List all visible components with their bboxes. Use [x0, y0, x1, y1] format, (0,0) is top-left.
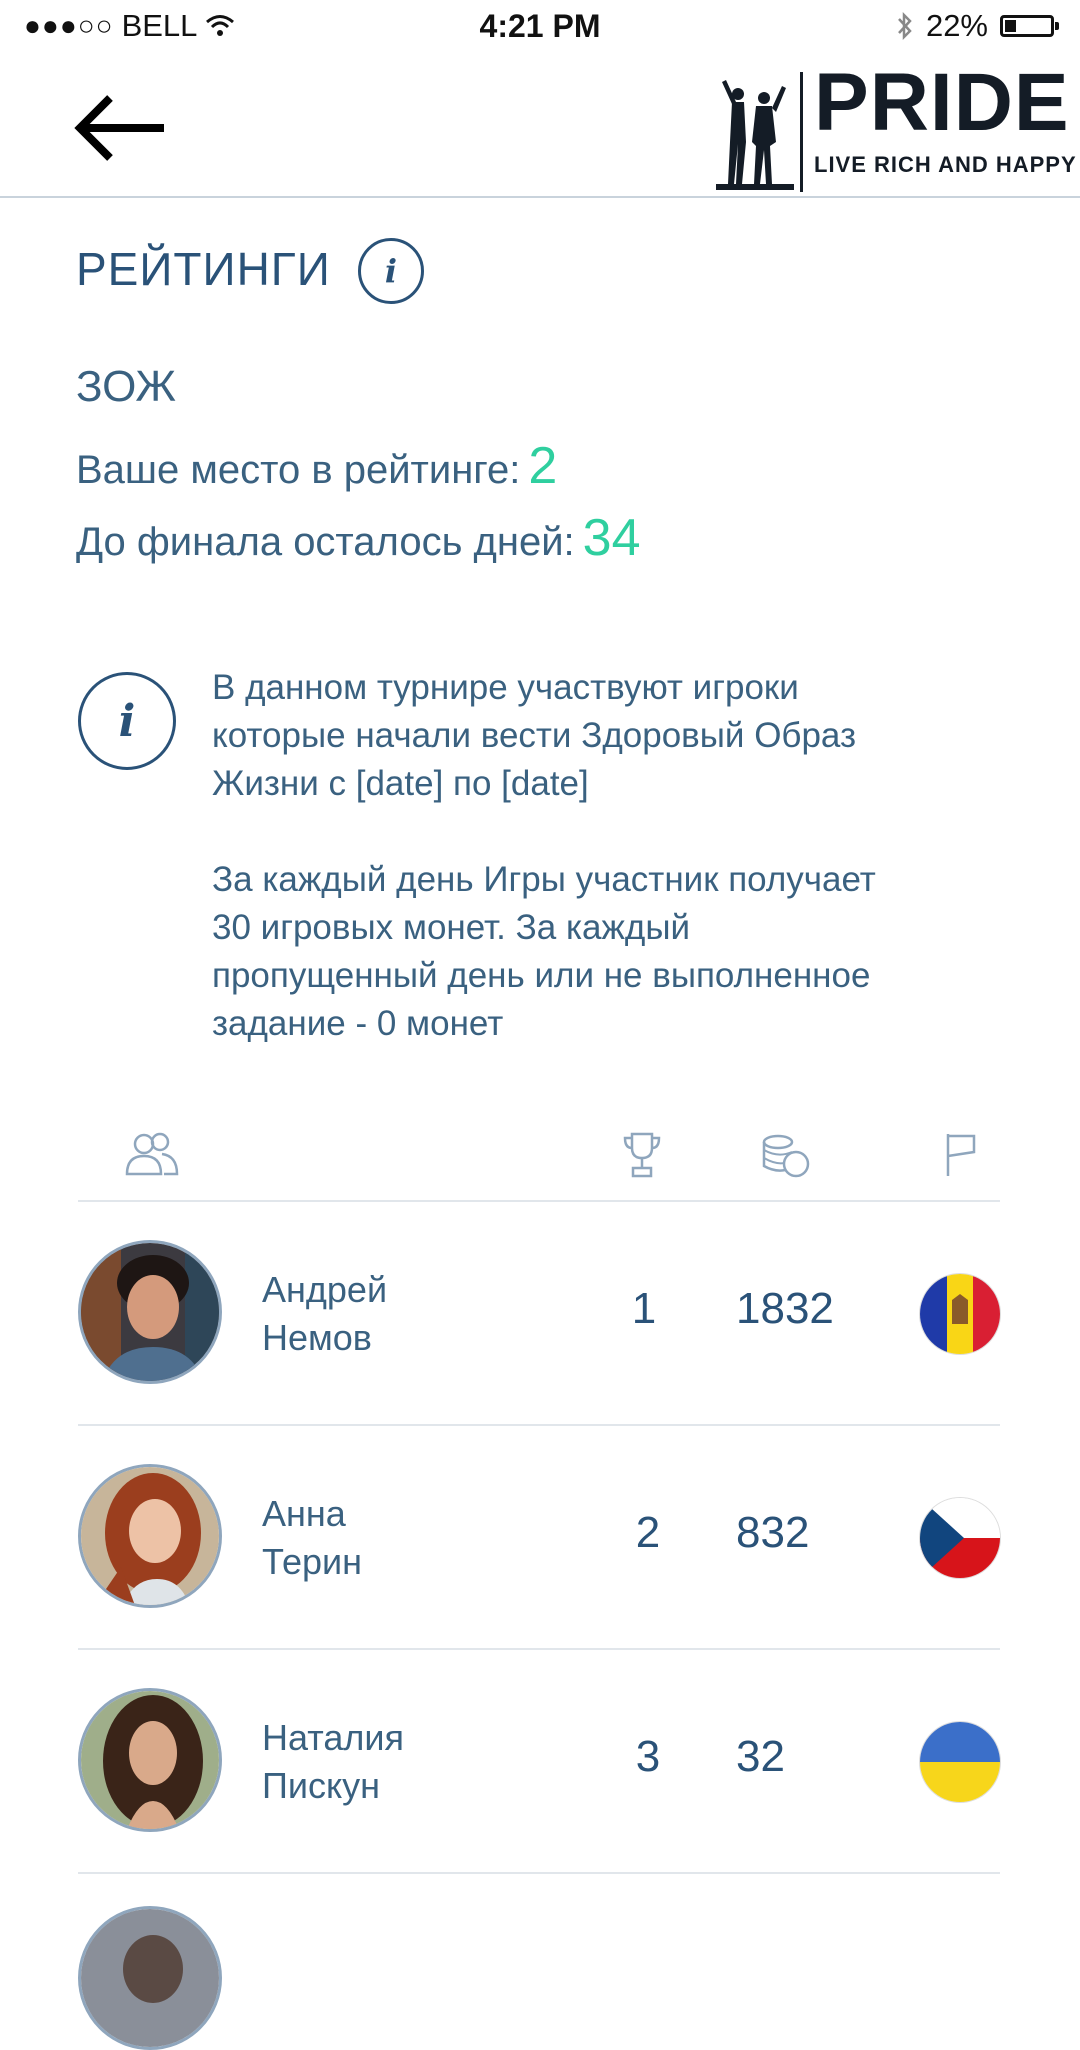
- info-icon[interactable]: i: [358, 238, 424, 304]
- avatar: [78, 1464, 222, 1608]
- arrow-left-icon[interactable]: [74, 92, 170, 164]
- player-name: Наталия Пискун: [262, 1714, 522, 1810]
- player-place: 2: [635, 1508, 661, 1557]
- table-row[interactable]: Анна Терин 2 832: [0, 1426, 1080, 1648]
- table-row[interactable]: Андрей Немов 1 1832: [0, 1202, 1080, 1424]
- notice-line: В данном турнире участвуют игроки: [212, 668, 799, 707]
- notice-line: За каждый день Игры участник получает: [212, 860, 876, 899]
- player-place: 1: [631, 1284, 657, 1333]
- player-coins: 832: [736, 1508, 810, 1557]
- notice-line: Жизни с [date] по [date]: [212, 764, 589, 803]
- page-title: РЕЙТИНГИ: [76, 243, 331, 295]
- notice-paragraph-2: За каждый день Игры участник получает 30…: [212, 856, 1012, 1048]
- status-bar: ●●●○○ BELL 4:21 PM 22%: [0, 0, 1080, 56]
- czech-flag-icon: [920, 1498, 1000, 1578]
- notice-line: пропущенный день или не выполненное: [212, 956, 871, 995]
- battery-percent: 22%: [925, 8, 988, 43]
- player-last-name: Немов: [262, 1317, 372, 1358]
- place-line: Ваше место в рейтинге: 2: [76, 436, 557, 496]
- logo-text: PRIDE: [814, 57, 1070, 148]
- trophy-icon[interactable]: [622, 1130, 662, 1180]
- avatar: [78, 1688, 222, 1832]
- ukraine-flag-icon: [920, 1722, 1000, 1802]
- player-last-name: Пискун: [262, 1765, 381, 1806]
- notice-paragraph-1: В данном турнире участвуют игроки которы…: [212, 664, 1012, 808]
- player-first-name: Анна: [262, 1493, 346, 1534]
- player-name: Андрей Немов: [262, 1266, 522, 1362]
- table-divider: [78, 1872, 1000, 1874]
- moldova-flag-icon: [920, 1274, 1000, 1354]
- app-header: PRIDE LIVE RICH AND HAPPY: [0, 56, 1080, 198]
- player-coins: 1832: [736, 1284, 834, 1333]
- battery-icon: [1000, 15, 1059, 37]
- notice-line: задание - 0 монет: [212, 1004, 504, 1043]
- player-first-name: Наталия: [262, 1717, 404, 1758]
- days-label: До финала осталось дней:: [76, 520, 575, 564]
- player-coins: 32: [736, 1732, 785, 1781]
- logo-silhouette-icon: [716, 72, 803, 192]
- player-place: 3: [635, 1732, 661, 1781]
- player-last-name: Терин: [262, 1541, 363, 1582]
- days-value: 34: [582, 509, 641, 567]
- player-first-name: Андрей: [262, 1269, 388, 1310]
- bluetooth-icon: [898, 11, 912, 41]
- rating-category: ЗОЖ: [76, 362, 176, 411]
- table-row[interactable]: Наталия Пискун 3 32: [0, 1650, 1080, 1872]
- place-value: 2: [528, 437, 558, 495]
- player-name: Анна Терин: [262, 1490, 522, 1586]
- notice-line: которые начали вести Здоровый Образ: [212, 716, 857, 755]
- days-line: До финала осталось дней: 34: [76, 508, 641, 568]
- notice-line: 30 игровых монет. За каждый: [212, 908, 691, 947]
- logo-tagline: LIVE RICH AND HAPPY: [814, 152, 1077, 177]
- avatar: [78, 1240, 222, 1384]
- flag-icon[interactable]: [944, 1130, 978, 1180]
- users-icon[interactable]: [124, 1130, 180, 1180]
- place-label: Ваше место в рейтинге:: [76, 448, 521, 492]
- status-right: 22%: [896, 8, 1059, 44]
- coins-icon[interactable]: [760, 1130, 810, 1180]
- notice-info-icon: i: [78, 672, 176, 770]
- avatar: [78, 1906, 222, 2050]
